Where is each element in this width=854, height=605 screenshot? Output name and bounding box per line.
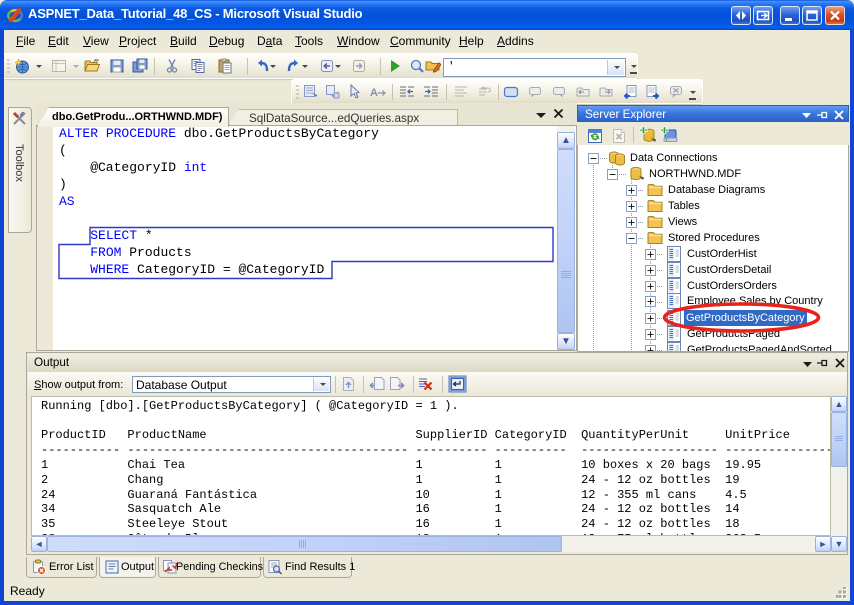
svg-text:A: A xyxy=(370,87,378,99)
